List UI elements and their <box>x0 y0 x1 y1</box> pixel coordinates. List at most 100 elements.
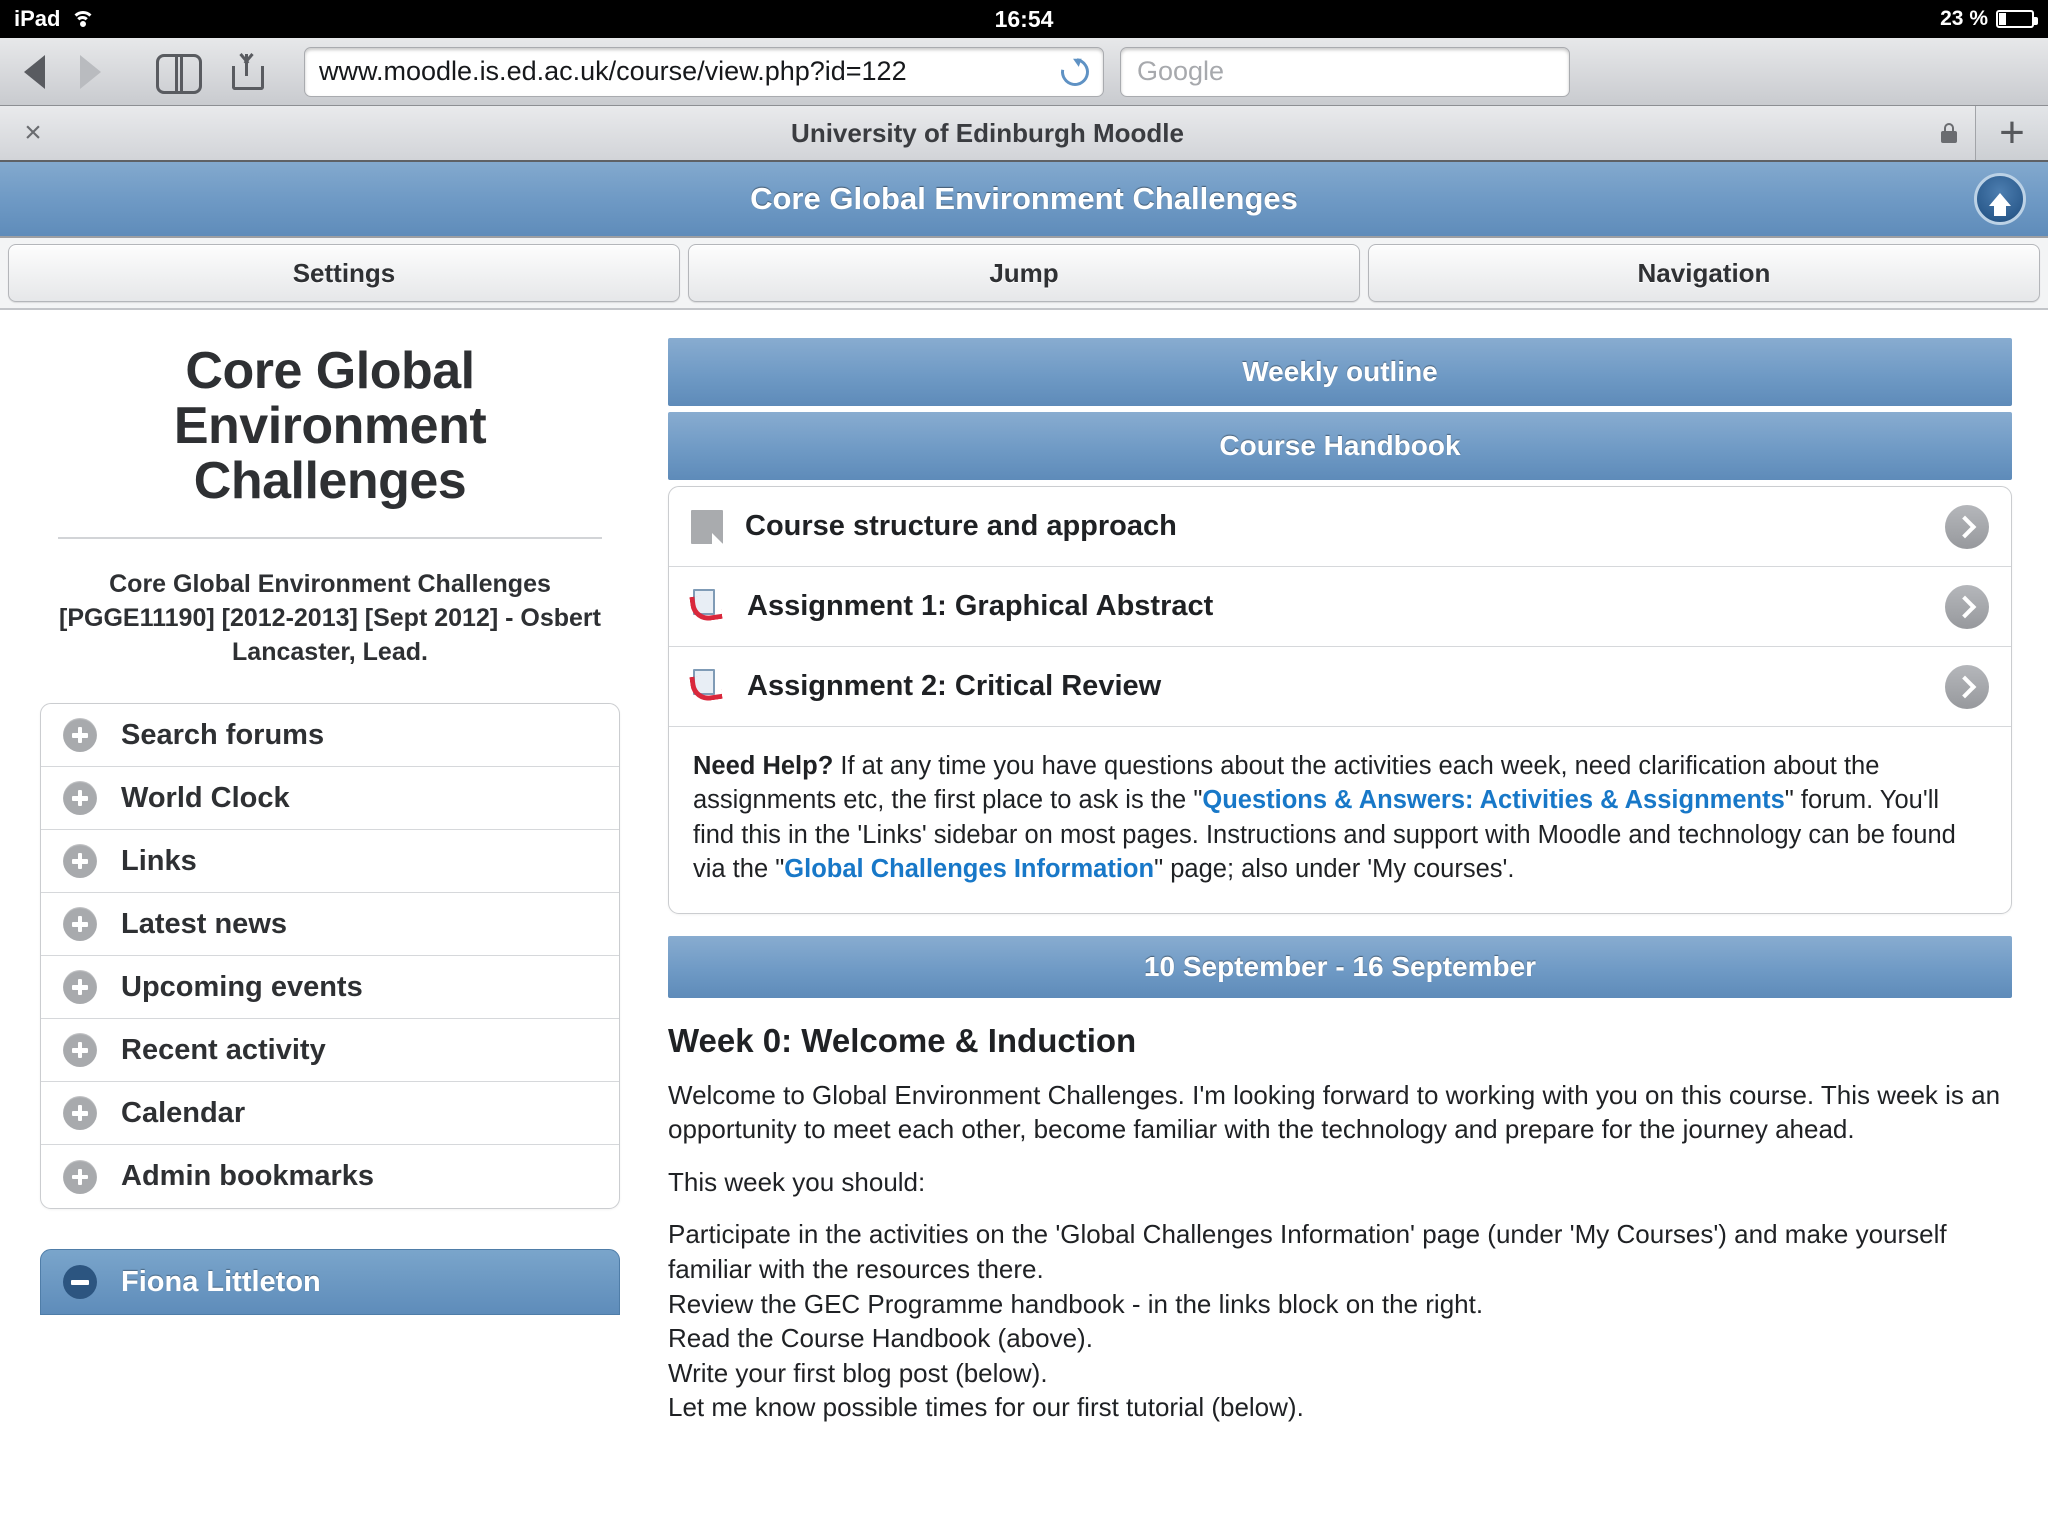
course-title: Core Global Environment Challenges <box>173 342 487 511</box>
page-title: Core Global Environment Challenges <box>750 181 1298 216</box>
sidebar-item-calendar[interactable]: Calendar <box>41 1082 619 1146</box>
plus-icon <box>63 1033 97 1068</box>
sidebar-item-label: World Clock <box>121 781 290 814</box>
main-content: Weekly outline Course Handbook Course st… <box>660 310 2048 1536</box>
resource-page-icon <box>691 509 723 544</box>
sidebar-item-links[interactable]: Links <box>41 830 619 894</box>
plus-icon <box>63 970 97 1005</box>
browser-tab[interactable]: × University of Edinburgh Moodle <box>0 106 1976 160</box>
sidebar-item-upcoming-events[interactable]: Upcoming events <box>41 956 619 1020</box>
sidebar-item-admin-bookmarks[interactable]: Admin bookmarks <box>41 1145 619 1208</box>
reload-icon[interactable] <box>1055 52 1095 91</box>
activity-card: Course structure and approach Assignment… <box>668 486 2012 914</box>
assignment-icon <box>689 668 725 705</box>
plus-icon <box>63 907 97 942</box>
forward-button[interactable] <box>70 52 110 92</box>
plus-icon <box>63 844 97 879</box>
course-handbook-label: Course Handbook <box>1219 430 1461 461</box>
wifi-icon <box>70 9 96 29</box>
sidebar-item-search-forums[interactable]: Search forums <box>41 704 619 768</box>
activity-row-assignment-1[interactable]: Assignment 1: Graphical Abstract <box>669 567 2011 647</box>
sidebar-item-recent-activity[interactable]: Recent activity <box>41 1019 619 1083</box>
need-help-lead: Need Help? <box>693 752 834 780</box>
week-task-item: Write your first blog post (below). <box>668 1357 1048 1388</box>
minus-icon <box>63 1265 97 1300</box>
sidebar-block-list: Search forums World Clock Links Latest n… <box>40 703 620 1210</box>
url-bar[interactable]: www.moodle.is.ed.ac.uk/course/view.php?i… <box>304 46 1104 97</box>
week-task-item: Let me know possible times for our first… <box>668 1392 1304 1423</box>
sidebar-item-label: Calendar <box>121 1096 246 1129</box>
sidebar: Core Global Environment Challenges Core … <box>0 310 660 1536</box>
activity-row-assignment-2[interactable]: Assignment 2: Critical Review <box>669 647 2011 727</box>
navigation-button[interactable]: Navigation <box>1368 244 2040 302</box>
moodle-page-header: Core Global Environment Challenges <box>0 162 2048 238</box>
home-icon[interactable] <box>1974 173 2026 225</box>
back-arrow-icon <box>23 54 45 89</box>
course-handbook-header: Course Handbook <box>668 412 2012 480</box>
week-task-item: Read the Course Handbook (above). <box>668 1323 1093 1354</box>
sidebar-item-user-profile[interactable]: Fiona Littleton <box>40 1249 620 1316</box>
ios-status-bar: iPad 16:54 23 % <box>0 0 2048 38</box>
chevron-right-icon[interactable] <box>1945 584 1989 629</box>
settings-button[interactable]: Settings <box>8 244 680 302</box>
status-bar-right: 23 % <box>1940 7 2038 31</box>
sidebar-item-label: Search forums <box>121 718 325 751</box>
sidebar-item-label: Latest news <box>121 907 287 940</box>
plus-icon <box>63 1096 97 1131</box>
sidebar-item-latest-news[interactable]: Latest news <box>41 893 619 957</box>
sidebar-item-label: Recent activity <box>121 1033 326 1066</box>
sidebar-item-label: Upcoming events <box>121 970 363 1003</box>
activity-label: Course structure and approach <box>745 510 1177 542</box>
tab-title: University of Edinburgh Moodle <box>791 117 1184 148</box>
qa-forum-link[interactable]: Questions & Answers: Activities & Assign… <box>1202 786 1784 814</box>
activity-row-course-structure[interactable]: Course structure and approach <box>669 487 2011 567</box>
global-challenges-info-link[interactable]: Global Challenges Information <box>784 855 1154 883</box>
user-name-label: Fiona Littleton <box>121 1265 321 1298</box>
need-help-part3: " page; also under 'My courses'. <box>1154 855 1515 884</box>
activity-label: Assignment 1: Graphical Abstract <box>747 590 1214 622</box>
search-input[interactable]: Google <box>1120 46 1570 97</box>
plus-icon <box>63 718 97 753</box>
weekly-outline-label: Weekly outline <box>1242 356 1438 387</box>
chevron-right-icon[interactable] <box>1945 504 1989 549</box>
device-label: iPad <box>14 6 61 31</box>
share-icon[interactable] <box>230 52 270 92</box>
sidebar-item-world-clock[interactable]: World Clock <box>41 767 619 831</box>
week-date-header: 10 September - 16 September <box>668 935 2012 998</box>
status-bar-left: iPad <box>14 6 96 32</box>
nav-button-row: Settings Jump Navigation <box>0 238 2048 310</box>
week-task-item: Review the GEC Programme handbook - in t… <box>668 1288 1484 1319</box>
need-help-box: Need Help? If at any time you have quest… <box>669 727 2011 913</box>
title-divider <box>58 537 602 540</box>
tab-bar: × University of Edinburgh Moodle + <box>0 106 2048 162</box>
battery-percent-label: 23 % <box>1940 7 1988 30</box>
close-icon[interactable]: × <box>18 118 48 148</box>
book-icon[interactable] <box>156 53 202 94</box>
week-prompt: This week you should: <box>668 1166 926 1197</box>
battery-icon <box>1996 10 2038 28</box>
sidebar-item-label: Links <box>121 844 197 877</box>
page-body: Core Global Environment Challenges Core … <box>0 310 2048 1536</box>
week-intro-paragraph: Welcome to Global Environment Challenges… <box>668 1079 2001 1145</box>
week-task-item: Participate in the activities on the 'Gl… <box>668 1219 1947 1284</box>
need-help-text: Need Help? If at any time you have quest… <box>693 749 1987 887</box>
status-bar-clock: 16:54 <box>994 5 1054 32</box>
activity-label: Assignment 2: Critical Review <box>747 670 1162 702</box>
chevron-right-icon[interactable] <box>1945 664 1989 709</box>
plus-icon <box>63 1159 97 1194</box>
forward-arrow-icon <box>79 54 101 89</box>
week-task-list: Participate in the activities on the 'Gl… <box>668 1217 2012 1424</box>
assignment-icon <box>689 588 725 625</box>
weekly-outline-header: Weekly outline <box>668 338 2012 406</box>
new-tab-button[interactable]: + <box>1976 106 2048 160</box>
search-placeholder: Google <box>1137 56 1225 86</box>
url-text: www.moodle.is.ed.ac.uk/course/view.php?i… <box>319 56 907 86</box>
sidebar-item-label: Admin bookmarks <box>121 1160 374 1193</box>
course-subtitle: Core Global Environment Challenges [PGGE… <box>59 570 601 667</box>
jump-button[interactable]: Jump <box>688 244 1360 302</box>
lock-icon <box>1941 123 1957 143</box>
plus-icon <box>63 781 97 816</box>
back-button[interactable] <box>14 52 54 92</box>
week-title: Week 0: Welcome & Induction <box>668 1021 1137 1059</box>
week-date-label: 10 September - 16 September <box>1143 950 1537 982</box>
